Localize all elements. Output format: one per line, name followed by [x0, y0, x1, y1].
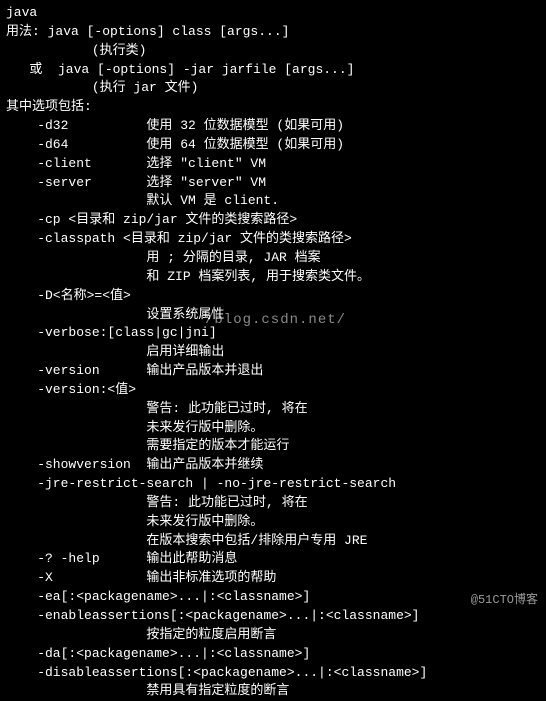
output-line: 未来发行版中删除。	[6, 513, 540, 532]
output-line: -classpath <目录和 zip/jar 文件的类搜索路径>	[6, 230, 540, 249]
output-line: -d32 使用 32 位数据模型 (如果可用)	[6, 117, 540, 136]
output-line: -D<名称>=<值>	[6, 287, 540, 306]
output-line: 警告: 此功能已过时, 将在	[6, 400, 540, 419]
output-line: (执行 jar 文件)	[6, 79, 540, 98]
output-line: (执行类)	[6, 42, 540, 61]
output-line: java	[6, 4, 540, 23]
output-line: -X 输出非标准选项的帮助	[6, 569, 540, 588]
output-line: -disableassertions[:<packagename>...|:<c…	[6, 664, 540, 683]
output-line: -showversion 输出产品版本并继续	[6, 456, 540, 475]
output-line: 启用详细输出	[6, 343, 540, 362]
output-line: -version 输出产品版本并退出	[6, 362, 540, 381]
output-line: 默认 VM 是 client.	[6, 192, 540, 211]
output-line: 按指定的粒度启用断言	[6, 626, 540, 645]
terminal-output: java 用法: java [-options] class [args...]…	[6, 4, 540, 701]
output-line: -d64 使用 64 位数据模型 (如果可用)	[6, 136, 540, 155]
output-line: -version:<值>	[6, 381, 540, 400]
output-line: -da[:<packagename>...|:<classname>]	[6, 645, 540, 664]
output-line: -client 选择 "client" VM	[6, 155, 540, 174]
output-line: 需要指定的版本才能运行	[6, 437, 540, 456]
output-line: 用法: java [-options] class [args...]	[6, 23, 540, 42]
output-line: 设置系统属性	[6, 306, 540, 325]
output-line: 和 ZIP 档案列表, 用于搜索类文件。	[6, 268, 540, 287]
output-line: -enableassertions[:<packagename>...|:<cl…	[6, 607, 540, 626]
output-line: -server 选择 "server" VM	[6, 174, 540, 193]
output-line: 用 ; 分隔的目录, JAR 档案	[6, 249, 540, 268]
output-line: 或 java [-options] -jar jarfile [args...]	[6, 61, 540, 80]
output-line: 警告: 此功能已过时, 将在	[6, 494, 540, 513]
output-line: 其中选项包括:	[6, 98, 540, 117]
output-line: 禁用具有指定粒度的断言	[6, 682, 540, 701]
output-line: -jre-restrict-search | -no-jre-restrict-…	[6, 475, 540, 494]
output-line: 未来发行版中删除。	[6, 419, 540, 438]
output-line: -verbose:[class|gc|jni]	[6, 324, 540, 343]
output-line: -ea[:<packagename>...|:<classname>]	[6, 588, 540, 607]
output-line: -cp <目录和 zip/jar 文件的类搜索路径>	[6, 211, 540, 230]
output-line: 在版本搜索中包括/排除用户专用 JRE	[6, 532, 540, 551]
output-line: -? -help 输出此帮助消息	[6, 550, 540, 569]
